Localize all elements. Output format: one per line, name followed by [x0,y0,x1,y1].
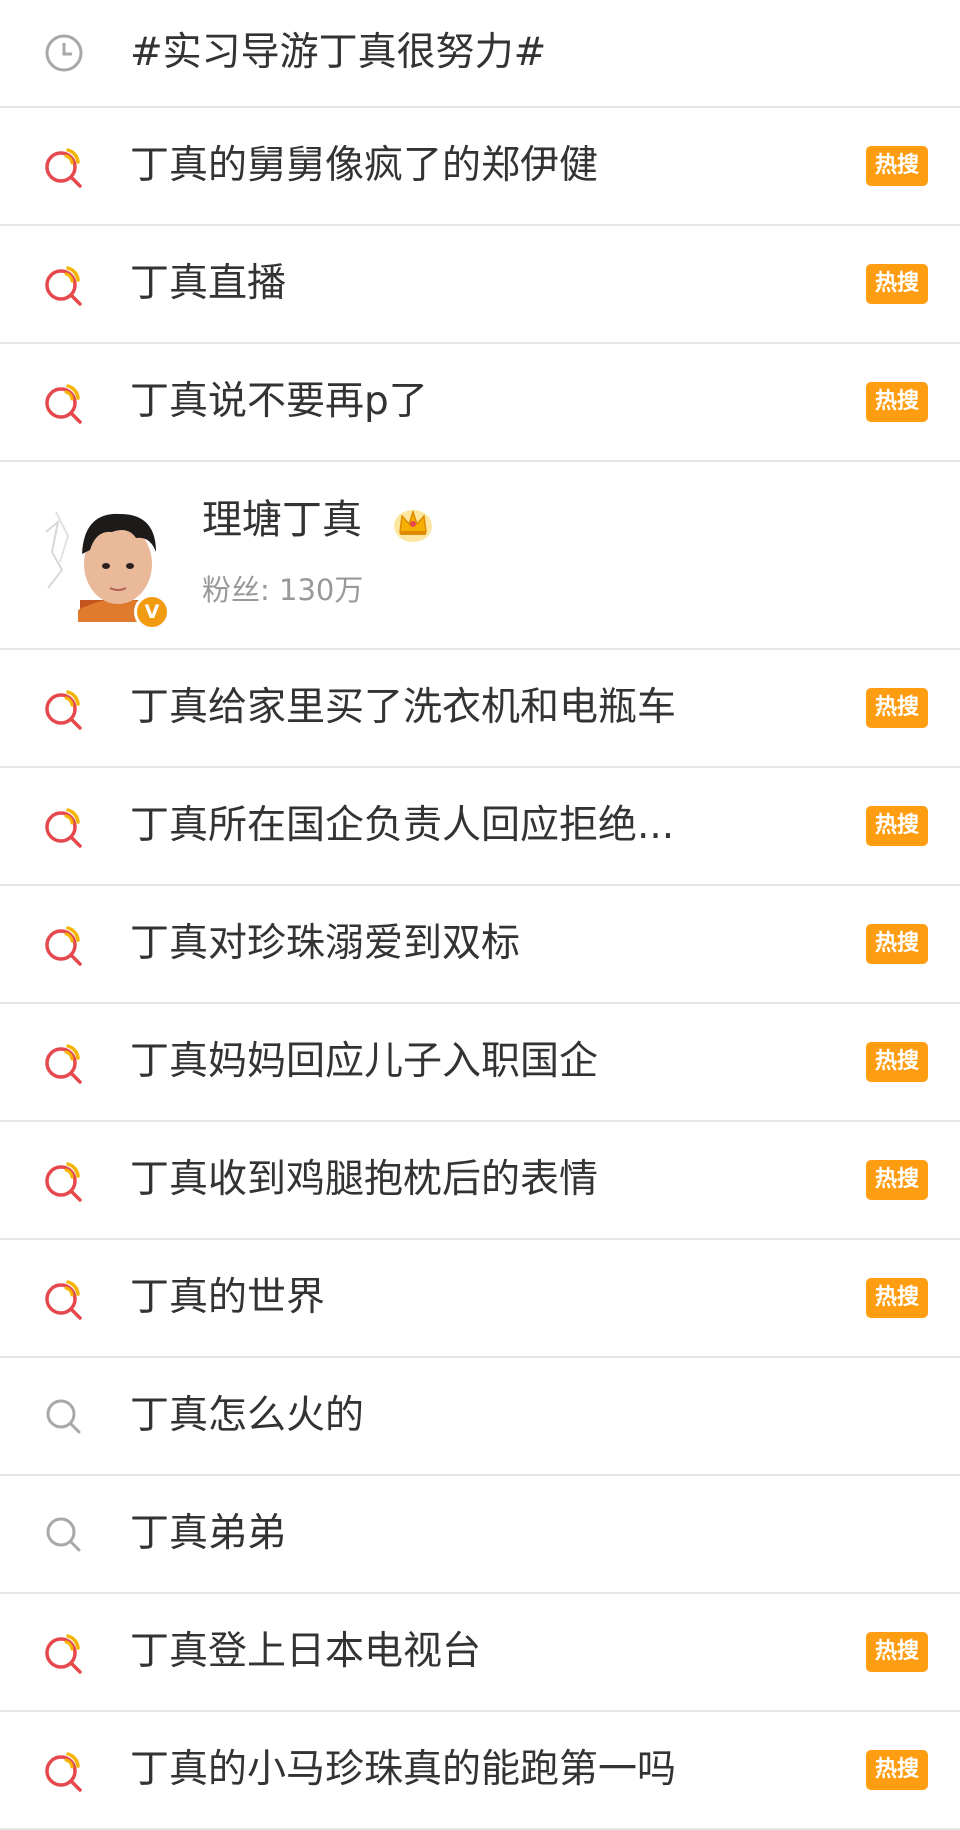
history-item[interactable]: #实习导游丁真很努力# [0,0,960,108]
suggestion-text: 丁真所在国企负责人回应拒绝... [130,803,675,848]
suggestion-item[interactable]: 丁真的世界 热搜 [0,1240,960,1358]
hot-search-icon [45,1162,82,1202]
suggestions-top: 丁真的舅舅像疯了的郑伊健 热搜 丁真直播 热搜 丁真说不要再p了 热搜 [0,108,960,462]
fans-count: 粉丝: 130万 [202,570,363,610]
user-name: 理塘丁真 [202,497,362,543]
hot-badge: 热搜 [866,1042,928,1082]
suggestion-item[interactable]: 丁真给家里买了洗衣机和电瓶车 热搜 [0,650,960,768]
suggestion-text: 丁真妈妈回应儿子入职国企 [130,1039,599,1084]
suggestion-item[interactable]: 丁真登上日本电视台 热搜 [0,1594,960,1712]
user-suggestion-card[interactable]: V 理塘丁真 粉丝: 130万 [0,462,960,650]
history-item-text: #实习导游丁真很努力# [130,30,547,75]
suggestion-item[interactable]: 丁真对珍珠溺爱到双标 热搜 [0,886,960,1004]
suggestion-item[interactable]: 丁真妈妈回应儿子入职国企 热搜 [0,1004,960,1122]
clock-icon [45,34,83,72]
hot-badge: 热搜 [866,146,928,186]
hot-badge: 热搜 [866,1160,928,1200]
hot-badge: 热搜 [866,924,928,964]
hot-badge: 热搜 [866,382,928,422]
suggestion-item[interactable]: 丁真所在国企负责人回应拒绝... 热搜 [0,768,960,886]
hot-badge: 热搜 [866,264,928,304]
suggestion-item[interactable]: 丁真直播 热搜 [0,226,960,344]
suggestion-text: 丁真对珍珠溺爱到双标 [130,921,521,966]
crown-icon [394,509,432,542]
suggestion-text: 丁真收到鸡腿抱枕后的表情 [130,1157,599,1202]
suggestion-text: 丁真给家里买了洗衣机和电瓶车 [130,685,677,730]
suggestions-bottom: 丁真给家里买了洗衣机和电瓶车 热搜 丁真所在国企负责人回应拒绝... 热搜 丁真… [0,650,960,1830]
search-icon [46,1517,81,1552]
hot-search-icon [45,1044,82,1084]
suggestion-item[interactable]: 丁真的小马珍珠真的能跑第一吗 热搜 [0,1712,960,1830]
suggestion-item[interactable]: 丁真的舅舅像疯了的郑伊健 热搜 [0,108,960,226]
suggestion-item[interactable]: 丁真弟弟 [0,1476,960,1594]
hot-badge: 热搜 [866,1750,928,1790]
hot-search-icon [45,148,82,188]
hot-badge: 热搜 [866,1632,928,1672]
suggestion-item[interactable]: 丁真说不要再p了 热搜 [0,344,960,462]
hot-badge: 热搜 [866,688,928,728]
hot-badge: 热搜 [866,1278,928,1318]
suggestion-text: 丁真弟弟 [130,1511,287,1556]
suggestion-item[interactable]: 丁真收到鸡腿抱枕后的表情 热搜 [0,1122,960,1240]
fans-label: 粉丝: [202,573,270,607]
hot-search-icon [45,690,82,730]
suggestion-text: 丁真登上日本电视台 [130,1629,482,1674]
verified-badge-icon: V [134,594,170,630]
hot-search-icon [45,926,82,966]
search-suggestion-list: #实习导游丁真很努力# 丁真的舅舅像疯了的郑伊健 热搜 丁真直播 热搜 丁真说不… [0,0,960,1830]
hot-search-icon [45,808,82,848]
hot-search-icon [45,1280,82,1320]
suggestion-text: 丁真说不要再p了 [130,379,428,424]
suggestion-text: 丁真的小马珍珠真的能跑第一吗 [130,1747,677,1792]
hot-search-icon [45,384,82,424]
suggestion-text: 丁真直播 [130,261,287,306]
hot-search-icon [45,266,82,306]
suggestion-text: 丁真怎么火的 [130,1393,365,1438]
fans-value: 130万 [279,573,364,607]
hot-badge: 热搜 [866,806,928,846]
suggestion-text: 丁真的舅舅像疯了的郑伊健 [130,143,599,188]
suggestion-item[interactable]: 丁真怎么火的 [0,1358,960,1476]
hot-search-icon [45,1752,82,1792]
suggestion-text: 丁真的世界 [130,1275,326,1320]
search-icon [46,1399,81,1434]
hot-search-icon [45,1634,82,1674]
